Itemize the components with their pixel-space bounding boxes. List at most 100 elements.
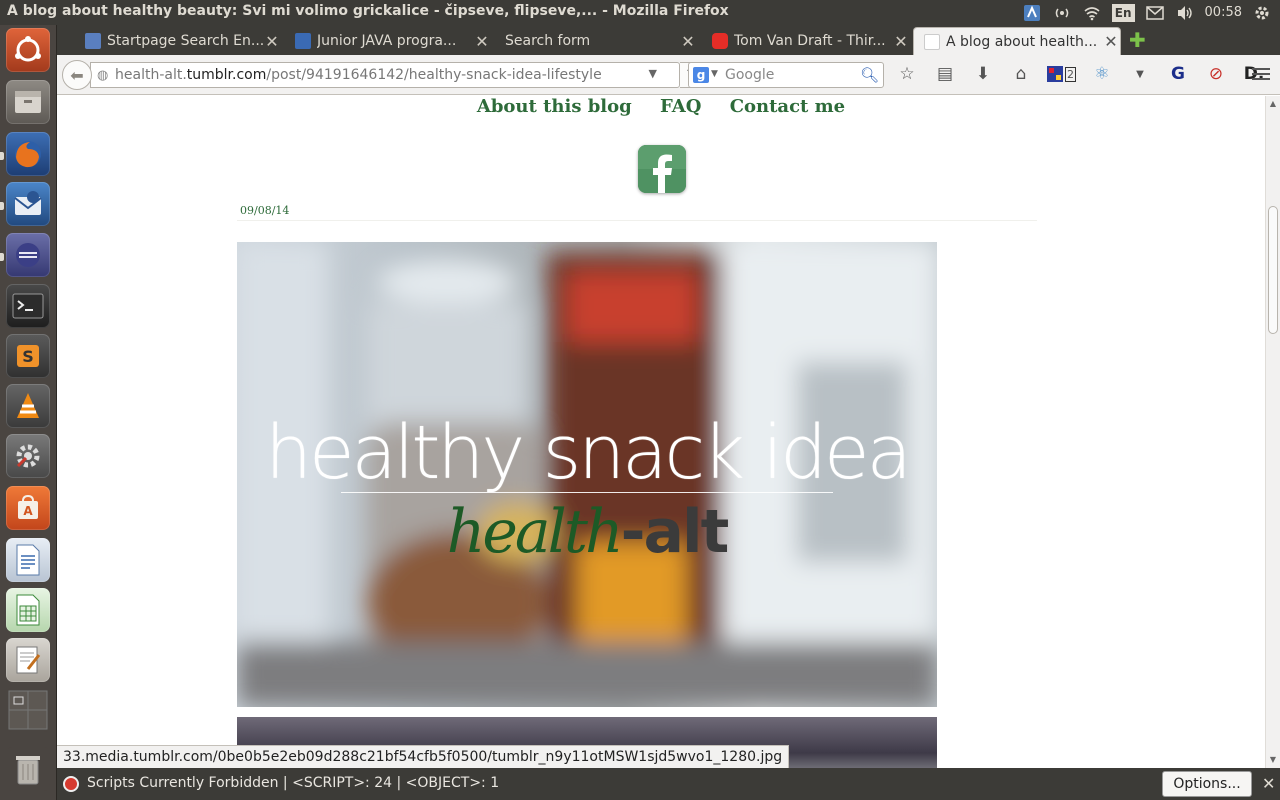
svg-text:A: A <box>23 504 33 518</box>
dropbox-icon[interactable] <box>1022 3 1042 23</box>
site-identity-globe-icon[interactable]: ◍ <box>97 68 108 83</box>
url-path: /post/94191646142/healthy-snack-idea-lif… <box>266 67 602 83</box>
noscript-toolbar-icon[interactable]: ⊘ <box>1204 64 1228 84</box>
back-button[interactable]: ⬅ <box>62 60 92 90</box>
job-site-favicon-icon <box>295 33 311 49</box>
close-icon[interactable]: ✕ <box>263 32 281 51</box>
downloads-icon[interactable]: ⬇ <box>971 64 995 84</box>
clock[interactable]: 00:58 <box>1205 5 1242 20</box>
svg-text:S: S <box>22 347 34 366</box>
addon-mosaic-icon[interactable]: 2 <box>1047 66 1076 82</box>
scroll-down-arrow-icon[interactable]: ▼ <box>1266 754 1280 766</box>
system-settings-icon[interactable] <box>6 434 50 478</box>
engine-dropdown-icon[interactable]: ▼ <box>711 69 718 79</box>
wifi-icon[interactable] <box>1082 3 1102 23</box>
tab-health-alt-blog[interactable]: A blog about health... ✕ <box>913 27 1121 55</box>
running-indicator <box>0 202 4 210</box>
url-bar[interactable]: ◍ health-alt. tumblr.com/post/94191646142… <box>90 62 680 88</box>
close-icon[interactable]: ✕ <box>679 32 697 51</box>
mail-icon[interactable] <box>1145 3 1165 23</box>
home-icon[interactable]: ⌂ <box>1009 64 1033 84</box>
tab-label: Tom Van Draft - Thir... <box>734 33 886 49</box>
url-host: tumblr.com <box>186 67 267 83</box>
window-title: A blog about healthy beauty: Svi mi voli… <box>7 3 729 19</box>
text-editor-icon[interactable] <box>6 638 50 682</box>
libreoffice-writer-icon[interactable] <box>6 538 50 582</box>
addon-dropdown-icon[interactable]: ▼ <box>1128 69 1152 80</box>
thunderbird-icon[interactable] <box>6 182 50 226</box>
tab-junior-java[interactable]: Junior JAVA progra... ✕ <box>285 27 491 55</box>
running-indicator <box>0 152 4 160</box>
tab-label: Junior JAVA progra... <box>317 33 457 49</box>
network-addon-icon[interactable]: ⚛ <box>1090 64 1114 84</box>
logo-health-text: health <box>446 497 624 567</box>
blog-nav: About this blog FAQ Contact me <box>57 96 1265 117</box>
search-icon[interactable]: 🔍︎ <box>860 66 879 84</box>
settings-gear-icon[interactable] <box>1252 3 1272 23</box>
terminal-icon[interactable] <box>6 284 50 328</box>
page-viewport: About this blog FAQ Contact me 09/08/14 <box>57 96 1265 768</box>
tab-tom-van-draft[interactable]: Tom Van Draft - Thir... ✕ <box>702 27 910 55</box>
post-hero-image[interactable]: healthy snack idea health-alt <box>237 242 937 707</box>
scrollbar-thumb[interactable] <box>1268 206 1278 334</box>
vertical-scrollbar[interactable]: ▲ ▼ <box>1265 96 1280 768</box>
startpage-favicon-icon <box>85 33 101 49</box>
tab-label: Search form <box>505 33 591 49</box>
divider <box>237 220 1037 221</box>
tab-strip: Startpage Search En... ✕ Junior JAVA pro… <box>57 25 1280 55</box>
addon-badge: 2 <box>1065 66 1076 82</box>
files-icon[interactable] <box>6 80 50 124</box>
vlc-icon[interactable] <box>6 384 50 428</box>
google-engine-icon[interactable]: g <box>693 67 709 83</box>
ubuntu-logo-icon[interactable] <box>6 28 50 72</box>
eclipse-icon[interactable] <box>6 233 50 277</box>
new-tab-plus-icon[interactable]: ✚ <box>1129 30 1146 50</box>
noscript-icon <box>63 776 79 792</box>
keyboard-layout-indicator[interactable]: En <box>1111 3 1135 22</box>
nav-faq-link[interactable]: FAQ <box>660 96 701 117</box>
search-placeholder: Google <box>725 67 775 83</box>
scroll-up-arrow-icon[interactable]: ▲ <box>1266 98 1280 110</box>
trash-icon[interactable] <box>6 747 50 791</box>
wireless-hotspot-icon[interactable] <box>1052 3 1072 23</box>
toolbar-buttons: ☆ ▤ ⬇ ⌂ 2 ⚛ ▼ G ⊘ D. <box>895 64 1266 84</box>
close-icon[interactable]: ✕ <box>1102 32 1120 51</box>
firefox-icon[interactable] <box>6 132 50 176</box>
workspace-switcher-icon[interactable] <box>6 688 50 732</box>
reading-list-icon[interactable]: ▤ <box>933 64 957 84</box>
libreoffice-calc-icon[interactable] <box>6 588 50 632</box>
hamburger-menu-icon[interactable] <box>1252 65 1270 83</box>
bookmark-star-icon[interactable]: ☆ <box>895 64 919 84</box>
tab-label: A blog about health... <box>946 33 1098 50</box>
link-status-overlay: 33.media.tumblr.com/0be0b5e2eb09d288c21b… <box>57 745 790 768</box>
close-icon[interactable]: ✕ <box>1262 774 1275 793</box>
health-alt-logo: health-alt <box>237 497 937 567</box>
tab-search-form[interactable]: Search form ✕ <box>489 27 697 55</box>
post-date: 09/08/14 <box>240 204 290 217</box>
running-indicator <box>0 253 4 261</box>
top-panel: A blog about healthy beauty: Svi mi voli… <box>0 0 1280 25</box>
facebook-icon[interactable] <box>638 145 686 193</box>
unity-launcher: S A <box>0 25 57 800</box>
tab-label: Startpage Search En... <box>107 33 263 49</box>
hero-divider <box>341 492 833 493</box>
logo-alt-text: -alt <box>620 497 730 567</box>
volume-icon[interactable] <box>1175 3 1195 23</box>
nav-about-link[interactable]: About this blog <box>477 96 632 117</box>
sublime-text-icon[interactable]: S <box>6 334 50 378</box>
gmail-checker-icon[interactable]: G <box>1166 64 1190 84</box>
navigation-toolbar: ◍ health-alt. tumblr.com/post/94191646142… <box>57 55 1280 95</box>
noscript-message: Scripts Currently Forbidden | <SCRIPT>: … <box>87 775 500 791</box>
back-arrow-icon: ⬅ <box>70 65 84 85</box>
software-center-icon[interactable]: A <box>6 486 50 530</box>
noscript-notification-bar: Scripts Currently Forbidden | <SCRIPT>: … <box>57 768 1280 800</box>
url-prefix: health-alt. <box>115 67 187 83</box>
tab-startpage[interactable]: Startpage Search En... ✕ <box>75 27 281 55</box>
search-box[interactable]: g ▼ Google 🔍︎ <box>688 62 884 88</box>
youtube-favicon-icon <box>712 33 728 49</box>
nav-contact-link[interactable]: Contact me <box>730 96 845 117</box>
url-history-dropdown-icon[interactable]: ▼ <box>649 67 657 80</box>
noscript-options-button[interactable]: Options... <box>1162 771 1252 797</box>
close-icon[interactable]: ✕ <box>892 32 910 51</box>
system-tray: En 00:58 <box>1022 0 1280 25</box>
